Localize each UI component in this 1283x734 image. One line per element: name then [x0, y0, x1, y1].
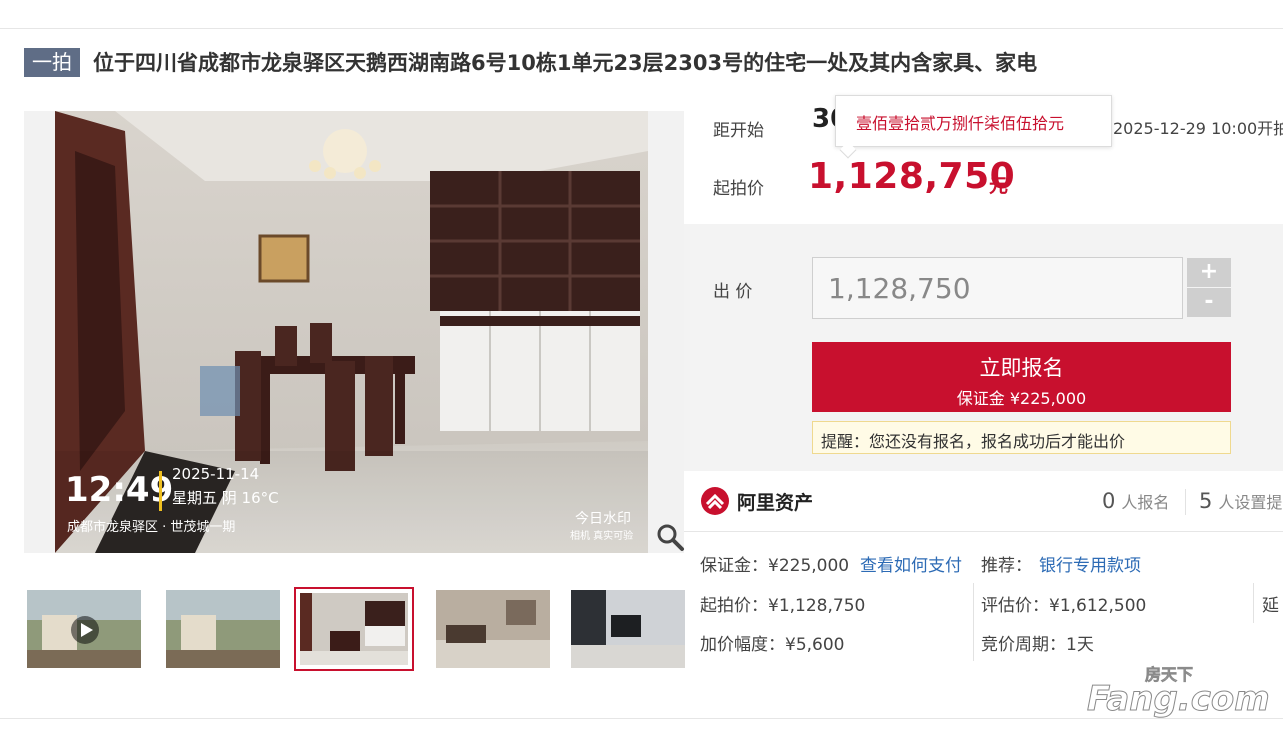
top-divider — [0, 28, 1283, 29]
auction-start-time: 2025-12-29 10:00开拍 — [1113, 119, 1283, 138]
deposit-info: 保证金：¥225,000 — [700, 556, 850, 576]
photo-watermark-app: 今日水印 — [575, 511, 631, 527]
thumbnail-dining-selected[interactable] — [294, 587, 414, 671]
thumbnail-strip — [24, 587, 685, 671]
bottom-divider — [0, 718, 1283, 719]
registered-label: 人报名 — [1121, 493, 1170, 512]
main-photo[interactable]: 12:49 2025-11-14 星期五 阴 16°C 成都市龙泉驿区 · 世茂… — [24, 111, 684, 553]
decrease-bid-button[interactable]: - — [1187, 288, 1231, 317]
bid-label: 出 价 — [713, 282, 753, 302]
dining-room-photo: 12:49 2025-11-14 星期五 阴 16°C 成都市龙泉驿区 · 世茂… — [55, 111, 648, 553]
photo-date: 2025-11-14 — [172, 465, 259, 483]
listing-title: 位于四川省成都市龙泉驿区天鹅西湖南路6号10栋1单元23层2303号的住宅一处及… — [93, 51, 1038, 75]
price-in-words: 壹佰壹拾贰万捌仟柒佰伍拾元 — [856, 114, 1065, 133]
registration-reminder: 提醒：您还没有报名，报名成功后才能出价 — [812, 421, 1231, 454]
org-divider — [684, 531, 1283, 532]
listing-header: 一拍 位于四川省成都市龙泉驿区天鹅西湖南路6号10栋1单元23层2303号的住宅… — [24, 46, 1037, 78]
currency-unit: 元 — [989, 175, 1009, 197]
start-price-info: 起拍价：¥1,128,750 — [700, 596, 866, 616]
increase-bid-button[interactable]: + — [1187, 258, 1231, 287]
auction-org-name: 阿里资产 — [737, 492, 814, 514]
register-now-label: 立即报名 — [979, 356, 1064, 380]
thumbnail-bedroom[interactable] — [571, 590, 685, 668]
auction-round-badge: 一拍 — [24, 47, 80, 77]
reminder-count-stat: 5 人设置提 — [1199, 489, 1282, 513]
how-to-pay-link[interactable]: 查看如何支付 — [860, 551, 962, 576]
photo-time: 12:49 — [65, 470, 173, 510]
start-price-label: 起拍价 — [713, 179, 764, 199]
registered-count-stat: 0 人报名 — [1102, 489, 1169, 513]
thumbnail-living-room[interactable] — [436, 590, 550, 668]
details-divider-1 — [973, 583, 974, 661]
deposit-line: 保证金 ¥225,000 — [956, 389, 1087, 408]
stat-divider — [1185, 489, 1186, 515]
register-now-button[interactable]: 立即报名 保证金 ¥225,000 — [812, 342, 1231, 412]
photo-location: 成都市龙泉驿区 · 世茂城一期 — [67, 519, 235, 535]
countdown-label: 距开始 — [713, 121, 764, 141]
watermark-en: Fang.com — [1087, 679, 1270, 719]
price-in-words-tooltip: 壹佰壹拾贰万捌仟柒佰伍拾元 — [835, 95, 1112, 159]
reminder-label: 人设置提 — [1218, 493, 1283, 512]
photo-watermark-sub: 相机 真实可验 — [570, 529, 633, 542]
extend-info: 延 — [1262, 596, 1279, 616]
ali-assets-logo-icon — [701, 487, 729, 515]
bid-cycle-info: 竞价周期：1天 — [981, 635, 1094, 655]
fang-logo-watermark: 房天下 Fang.com — [1087, 665, 1271, 720]
registered-count: 0 — [1102, 489, 1116, 513]
zoom-icon[interactable] — [655, 522, 685, 552]
details-divider-2 — [1253, 583, 1254, 623]
reminder-count: 5 — [1199, 489, 1213, 513]
thumbnail-video[interactable] — [27, 590, 141, 668]
thumbnail-exterior[interactable] — [166, 590, 280, 668]
recommend-label: 推荐： — [981, 556, 1032, 576]
photo-weather: 星期五 阴 16°C — [172, 489, 279, 507]
bank-account-link[interactable]: 银行专用款项 — [1039, 551, 1141, 576]
increment-info: 加价幅度：¥5,600 — [700, 635, 845, 655]
appraisal-info: 评估价：¥1,612,500 — [981, 596, 1147, 616]
start-price-value: 1,128,750 — [808, 156, 1016, 197]
bid-amount-input[interactable] — [812, 257, 1183, 319]
